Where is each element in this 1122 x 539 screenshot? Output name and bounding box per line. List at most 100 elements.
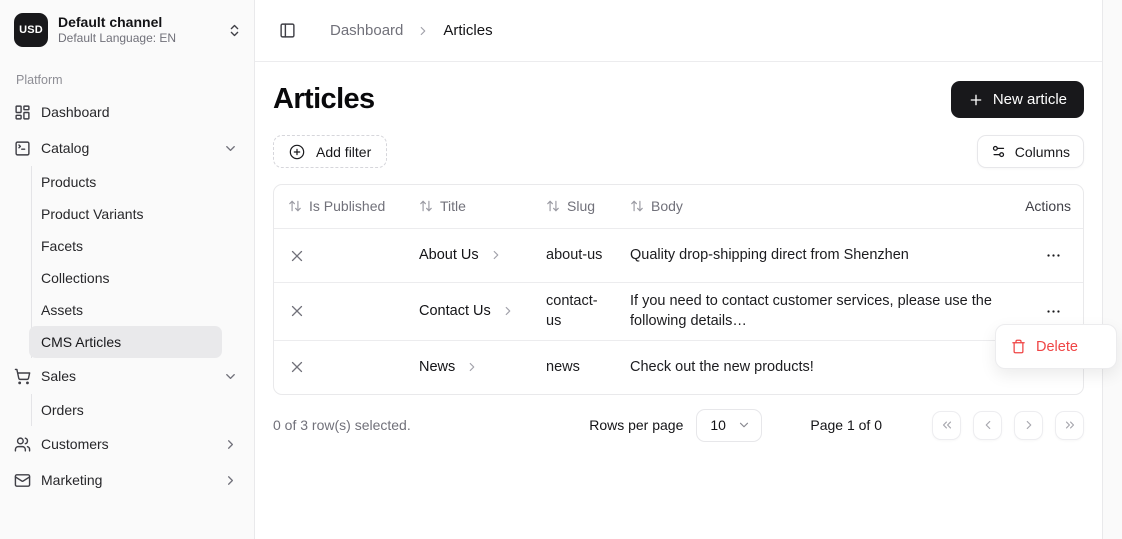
article-slug: news: [534, 349, 618, 385]
article-title: News: [419, 357, 455, 377]
breadcrumb-dashboard[interactable]: Dashboard: [330, 22, 403, 39]
chevron-down-icon: [223, 141, 238, 156]
column-header-label: Title: [440, 197, 466, 216]
delete-menu-label: Delete: [1036, 339, 1078, 355]
shopping-cart-icon: [14, 368, 31, 385]
catalog-submenu: Products Product Variants Facets Collect…: [31, 166, 222, 358]
square-terminal-icon: [14, 140, 31, 157]
chevron-right-icon: [223, 473, 238, 488]
delete-menu-item[interactable]: Delete: [1000, 329, 1112, 364]
rows-per-page-label: Rows per page: [589, 417, 683, 433]
sidebar-item-label: Orders: [41, 402, 84, 418]
plus-icon: [968, 92, 984, 108]
new-article-button[interactable]: New article: [951, 81, 1084, 118]
chevron-right-icon: [465, 360, 479, 374]
right-gutter: [1103, 0, 1122, 539]
table-row: About Us about-us Quality drop-shipping …: [274, 228, 1083, 282]
x-icon: [288, 302, 395, 320]
chevron-down-icon: [737, 418, 751, 432]
sidebar-item-label: Customers: [41, 436, 109, 452]
column-header-label: Is Published: [309, 197, 385, 216]
main-area: Dashboard Articles Articles New article: [255, 0, 1103, 539]
chevron-down-icon: [223, 369, 238, 384]
is-published-cell: [274, 239, 407, 273]
channel-name: Default channel: [58, 13, 217, 31]
settings-sliders-icon: [991, 144, 1006, 159]
row-actions-button[interactable]: [1041, 299, 1066, 324]
x-icon: [288, 247, 395, 265]
table-header-row: Is Published Title Slug: [274, 185, 1083, 228]
ellipsis-icon: [1045, 247, 1062, 264]
column-header-title[interactable]: Title: [407, 192, 534, 221]
article-title-link[interactable]: Contact Us: [407, 293, 534, 329]
sidebar-item-label: Sales: [41, 368, 76, 384]
users-icon: [14, 436, 31, 453]
article-title-link[interactable]: About Us: [407, 237, 534, 273]
sidebar-toggle-button[interactable]: [273, 17, 301, 45]
mail-icon: [14, 472, 31, 489]
column-header-is-published[interactable]: Is Published: [274, 192, 407, 221]
trash-icon: [1011, 339, 1026, 354]
pagination: [932, 411, 1084, 440]
layout-dashboard-icon: [14, 104, 31, 121]
row-actions-button[interactable]: [1041, 243, 1066, 268]
is-published-cell: [274, 294, 407, 328]
sales-submenu: Orders: [31, 394, 222, 426]
page-content: Articles New article Add filter: [255, 62, 1102, 442]
chevrons-up-down-icon: [227, 23, 242, 38]
article-title-link[interactable]: News: [407, 349, 534, 385]
sidebar-item-customers[interactable]: Customers: [14, 426, 240, 462]
table-toolbar: Add filter Columns: [273, 135, 1084, 168]
sort-arrows-icon: [546, 199, 560, 213]
sidebar-item-product-variants[interactable]: Product Variants: [32, 198, 222, 230]
sidebar-item-products[interactable]: Products: [32, 166, 222, 198]
article-body: Check out the new products!: [618, 349, 1010, 385]
next-page-button[interactable]: [1014, 411, 1043, 440]
page-info-text: Page 1 of 0: [810, 417, 882, 433]
x-icon: [288, 358, 395, 376]
article-title: Contact Us: [419, 301, 491, 321]
last-page-button[interactable]: [1055, 411, 1084, 440]
sidebar-item-sales[interactable]: Sales: [14, 358, 240, 394]
first-page-button[interactable]: [932, 411, 961, 440]
chevrons-right-icon: [1063, 418, 1077, 432]
chevron-right-icon: [489, 248, 503, 262]
sidebar-item-collections[interactable]: Collections: [32, 262, 222, 294]
rows-per-page-select[interactable]: 10: [696, 409, 762, 442]
columns-button[interactable]: Columns: [977, 135, 1084, 168]
article-title: About Us: [419, 245, 479, 265]
columns-label: Columns: [1015, 144, 1070, 160]
column-header-label: Body: [651, 197, 683, 216]
column-header-slug[interactable]: Slug: [534, 192, 618, 221]
add-filter-button[interactable]: Add filter: [273, 135, 387, 168]
new-article-label: New article: [993, 91, 1067, 108]
channel-switcher[interactable]: USD Default channel Default Language: EN: [0, 0, 254, 57]
sidebar-item-label: Products: [41, 174, 96, 190]
chevron-right-icon: [223, 437, 238, 452]
article-body: If you need to contact customer services…: [618, 283, 1010, 340]
sidebar-item-label: Catalog: [41, 140, 89, 156]
table-row: Contact Us contact-us If you need to con…: [274, 282, 1083, 340]
channel-language: Default Language: EN: [58, 31, 217, 47]
sidebar-item-cms-articles[interactable]: CMS Articles: [29, 326, 222, 358]
sidebar-item-facets[interactable]: Facets: [32, 230, 222, 262]
sidebar-item-orders[interactable]: Orders: [32, 394, 222, 426]
ellipsis-icon: [1045, 303, 1062, 320]
previous-page-button[interactable]: [973, 411, 1002, 440]
selected-rows-text: 0 of 3 row(s) selected.: [273, 417, 589, 433]
sidebar-item-assets[interactable]: Assets: [32, 294, 222, 326]
sidebar-item-dashboard[interactable]: Dashboard: [14, 94, 240, 130]
sidebar-item-label: Product Variants: [41, 206, 143, 222]
sidebar-item-catalog[interactable]: Catalog: [14, 130, 240, 166]
sidebar-item-marketing[interactable]: Marketing: [14, 462, 240, 498]
chevron-right-icon: [501, 304, 515, 318]
chevron-left-icon: [981, 418, 995, 432]
sort-arrows-icon: [288, 199, 302, 213]
sidebar-item-label: Facets: [41, 238, 83, 254]
article-slug: contact-us: [534, 283, 618, 340]
column-header-label: Actions: [1025, 197, 1071, 216]
page-title: Articles: [273, 83, 375, 116]
column-header-body[interactable]: Body: [618, 192, 1010, 221]
chevron-right-icon: [1022, 418, 1036, 432]
table-footer: 0 of 3 row(s) selected. Rows per page 10…: [273, 409, 1084, 442]
